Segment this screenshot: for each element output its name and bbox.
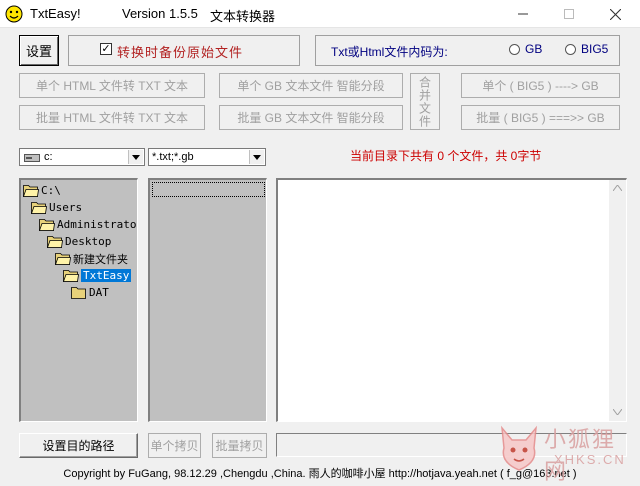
set-target-path-button[interactable]: 设置目的路径	[19, 433, 138, 458]
tree-item[interactable]: Users	[31, 199, 82, 216]
open-folder-icon	[47, 236, 63, 248]
radio-big5-label: BIG5	[581, 42, 609, 56]
open-folder-icon	[63, 270, 79, 282]
maximize-button[interactable]	[546, 0, 592, 28]
minimize-button[interactable]	[500, 0, 546, 28]
close-icon	[609, 8, 621, 20]
single-gb-split-button[interactable]: 单个 GB 文本文件 智能分段	[219, 73, 403, 98]
watermark-brand-en: XHKS.CN	[554, 452, 626, 467]
smiley-app-icon	[5, 5, 23, 23]
open-folder-icon	[23, 185, 39, 197]
close-button[interactable]	[592, 0, 638, 28]
preview-scrollbar[interactable]	[609, 180, 626, 421]
radio-big5[interactable]	[565, 44, 576, 55]
batch-copy-button[interactable]: 批量拷贝	[212, 433, 267, 458]
settings-button[interactable]: 设置	[19, 35, 59, 66]
open-folder-icon	[31, 202, 47, 214]
scroll-up-icon[interactable]	[613, 185, 622, 191]
file-list[interactable]	[148, 178, 267, 422]
app-subtitle: 文本转换器	[210, 9, 276, 24]
open-folder-icon	[55, 253, 71, 265]
directory-tree[interactable]: C:\ Users Administrator Desktop 新建文件夹 TxtEasy…	[19, 178, 138, 422]
site-watermark: 小狐狸网 XHKS.CN	[494, 420, 634, 484]
tree-item[interactable]: Desktop	[47, 233, 111, 250]
title-bar: TxtEasy! Version 1.5.5 文本转换器	[0, 0, 640, 28]
single-copy-button[interactable]: 单个拷贝	[148, 433, 201, 458]
tree-item[interactable]: 新建文件夹	[55, 250, 128, 267]
file-pattern-select[interactable]: *.txt;*.gb	[148, 148, 266, 166]
preview-textarea[interactable]	[276, 178, 627, 422]
tree-item[interactable]: TxtEasy	[63, 267, 132, 284]
radio-gb[interactable]	[509, 44, 520, 55]
tree-item[interactable]: C:\	[23, 182, 61, 199]
drive-select[interactable]: c:	[19, 148, 145, 166]
drive-icon	[24, 154, 40, 162]
tree-item-label: Users	[49, 201, 83, 214]
directory-status: 当前目录下共有 0 个文件，共 0字节	[350, 149, 542, 163]
chevron-down-icon	[249, 150, 264, 164]
tree-item-label: TxtEasy	[81, 269, 132, 282]
file-pattern-value: *.txt;*.gb	[152, 151, 194, 163]
tree-item-label: Administrator	[57, 218, 138, 231]
backup-checkbox[interactable]: ✓	[100, 43, 112, 55]
batch-big5-to-gb-button[interactable]: 批量 ( BIG5 ) ===>> GB	[461, 105, 620, 130]
single-html-to-txt-button[interactable]: 单个 HTML 文件转 TXT 文本	[19, 73, 205, 98]
drive-value: c:	[44, 151, 53, 163]
file-list-focus-row	[152, 182, 265, 197]
single-big5-to-gb-button[interactable]: 单个 ( BIG5 ) ----> GB	[461, 73, 620, 98]
fox-logo-icon	[501, 425, 537, 471]
minimize-icon	[518, 13, 528, 15]
tree-item-label: C:\	[41, 184, 61, 197]
backup-label: 转换时备份原始文件	[117, 45, 244, 60]
batch-gb-split-button[interactable]: 批量 GB 文本文件 智能分段	[219, 105, 403, 130]
scroll-down-icon[interactable]	[613, 409, 622, 415]
tree-item[interactable]: DAT	[71, 284, 109, 301]
app-version: Version 1.5.5	[122, 6, 198, 21]
tree-item-label: 新建文件夹	[73, 252, 128, 266]
tree-item-label: DAT	[89, 286, 109, 299]
open-folder-icon	[39, 219, 55, 231]
tree-item-label: Desktop	[65, 235, 112, 248]
batch-html-to-txt-button[interactable]: 批量 HTML 文件转 TXT 文本	[19, 105, 205, 130]
app-name: TxtEasy!	[30, 6, 81, 21]
folder-icon	[71, 287, 86, 299]
chevron-down-icon	[128, 150, 143, 164]
maximize-icon	[564, 9, 574, 19]
tree-item[interactable]: Administrator	[39, 216, 138, 233]
radio-gb-label: GB	[525, 42, 543, 56]
encoding-prompt: Txt或Html文件内码为:	[331, 45, 448, 59]
merge-files-button[interactable]: 合并文件	[410, 73, 440, 130]
